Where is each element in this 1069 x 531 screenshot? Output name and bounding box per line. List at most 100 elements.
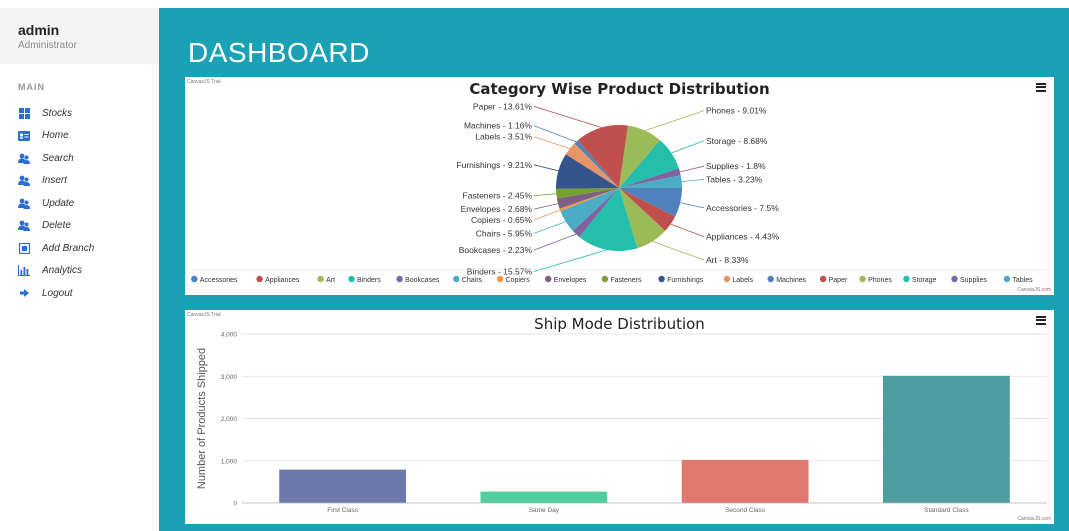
user-profile: admin Administrator bbox=[0, 8, 159, 64]
x-tick-label: Same Day bbox=[529, 507, 560, 514]
pie-label: Bookcases - 2.23% bbox=[459, 245, 533, 255]
pie-label: Envelopes - 2.68% bbox=[461, 204, 533, 214]
bar bbox=[681, 459, 809, 503]
legend-marker bbox=[601, 275, 609, 283]
legend-label: Binders bbox=[357, 277, 381, 284]
sidebar-item-label: Update bbox=[42, 197, 75, 209]
sidebar-item-update[interactable]: Update bbox=[0, 192, 159, 215]
legend-marker bbox=[545, 275, 552, 283]
bar-chart-icon bbox=[18, 265, 30, 277]
legend-label: Machines bbox=[776, 277, 806, 284]
sidebar-item-home[interactable]: Home bbox=[0, 125, 159, 148]
legend-label: Furnishings bbox=[667, 277, 704, 284]
pie-label-line bbox=[533, 233, 577, 251]
sidebar-item-search[interactable]: Search bbox=[0, 147, 159, 170]
pie-label-line bbox=[533, 164, 559, 172]
x-tick-label: Standard Class bbox=[924, 507, 969, 514]
legend-label: Supplies bbox=[960, 277, 987, 284]
legend-marker bbox=[348, 275, 355, 283]
sidebar-item-label: Analytics bbox=[42, 265, 83, 277]
box-icon bbox=[18, 242, 30, 254]
sign-out-icon bbox=[18, 287, 30, 299]
pie-label-line bbox=[670, 223, 705, 238]
legend-label: Fasteners bbox=[610, 277, 642, 284]
y-tick-label: 1,000 bbox=[221, 458, 238, 465]
pie-label-line bbox=[533, 209, 561, 221]
legend-label: Storage bbox=[912, 277, 937, 284]
id-card-icon bbox=[18, 130, 30, 142]
pie-label: Chairs - 5.95% bbox=[476, 228, 533, 238]
pie-label-line bbox=[533, 203, 559, 210]
legend-marker bbox=[1003, 275, 1011, 283]
legend-marker bbox=[496, 275, 504, 283]
pie-chart: Phones - 9.01% Storage - 8.68% Supplies - … bbox=[191, 101, 1048, 284]
pie-label: Storage - 8.68% bbox=[706, 136, 768, 146]
sidebar-item-delete[interactable]: Delete bbox=[0, 215, 159, 238]
sidebar-item-analytics[interactable]: Analytics bbox=[0, 260, 159, 283]
users-icon bbox=[18, 152, 30, 164]
pie-label: Phones - 9.01% bbox=[706, 106, 767, 116]
legend-marker bbox=[396, 275, 403, 283]
pie-label: Machines - 1.16% bbox=[464, 121, 532, 131]
user-name: admin bbox=[18, 22, 60, 38]
users-icon bbox=[18, 220, 30, 232]
legend-label: Paper bbox=[829, 277, 848, 284]
main-content: DASHBOARD CanvasJS Trial Category Wise P… bbox=[159, 8, 1069, 531]
sidebar-item-label: Logout bbox=[42, 287, 73, 299]
pie-label: Paper - 13.61% bbox=[473, 101, 533, 111]
pie-label: Binders - 15.57% bbox=[467, 266, 533, 276]
y-tick-label: 3,000 bbox=[221, 374, 238, 381]
legend-marker bbox=[256, 275, 263, 283]
sidebar-item-stocks[interactable]: Stocks bbox=[0, 102, 159, 125]
pie-label-line bbox=[679, 165, 705, 173]
canvas-credit-label: CanvasJS.com bbox=[1017, 287, 1051, 293]
legend-label: Art bbox=[326, 277, 335, 284]
pie-label-line bbox=[680, 202, 705, 209]
pie-label: Copiers - 0.65% bbox=[471, 215, 532, 225]
legend-label: Envelopes bbox=[554, 277, 587, 284]
bar bbox=[279, 469, 407, 503]
sidebar-nav: Stocks Home Search Insert Update Delete … bbox=[0, 102, 159, 305]
legend-label: Appliances bbox=[265, 277, 300, 284]
pie-label-line bbox=[652, 241, 705, 261]
sidebar-section-label: MAIN bbox=[18, 82, 45, 92]
bar bbox=[480, 491, 608, 503]
legend-label: Chairs bbox=[462, 277, 483, 284]
sidebar-item-label: Delete bbox=[42, 220, 71, 232]
legend-marker bbox=[723, 275, 731, 283]
legend-label: Labels bbox=[732, 277, 753, 284]
legend-marker bbox=[767, 275, 774, 283]
pie-label: Accessories - 7.5% bbox=[706, 203, 779, 213]
bar bbox=[882, 375, 1010, 503]
shipmode-chart-panel: CanvasJS Trial Ship Mode Distribution Nu… bbox=[185, 310, 1054, 524]
sidebar-item-add-branch[interactable]: Add Branch bbox=[0, 237, 159, 260]
canvas-credit-label: CanvasJS.com bbox=[1017, 516, 1051, 522]
y-axis-label: Number of Products Shipped bbox=[196, 348, 208, 489]
pie-label-line bbox=[644, 110, 705, 132]
legend-marker bbox=[859, 275, 866, 283]
pie-label-line bbox=[533, 106, 602, 128]
sidebar-item-logout[interactable]: Logout bbox=[0, 282, 159, 305]
legend-label: Copiers bbox=[506, 277, 531, 284]
legend-marker bbox=[453, 275, 460, 283]
pie-label: Furnishings - 9.21% bbox=[456, 160, 532, 170]
sidebar-item-label: Home bbox=[42, 130, 69, 142]
page-title: DASHBOARD bbox=[188, 37, 370, 68]
legend-marker bbox=[317, 275, 324, 283]
x-tick-label: First Class bbox=[327, 507, 358, 514]
sidebar-item-insert[interactable]: Insert bbox=[0, 170, 159, 193]
legend-label: Tables bbox=[1012, 277, 1033, 284]
sidebar-item-label: Stocks bbox=[42, 107, 73, 119]
y-tick-label: 4,000 bbox=[221, 332, 238, 339]
legend-marker bbox=[191, 275, 198, 283]
sidebar-item-label: Add Branch bbox=[42, 242, 95, 254]
pie-label: Art - 8.33% bbox=[706, 255, 749, 265]
legend-marker bbox=[903, 275, 910, 283]
legend-marker bbox=[951, 275, 958, 283]
y-tick-label: 2,000 bbox=[221, 416, 238, 423]
user-role: Administrator bbox=[18, 40, 77, 51]
pie-label-line bbox=[533, 136, 570, 149]
pie-label: Supplies - 1.8% bbox=[706, 161, 766, 171]
bar-chart: Number of Products Shipped 0 1,000 2,000 3,0… bbox=[196, 332, 1047, 514]
sidebar: admin Administrator MAIN Stocks Home Sea… bbox=[0, 8, 159, 531]
